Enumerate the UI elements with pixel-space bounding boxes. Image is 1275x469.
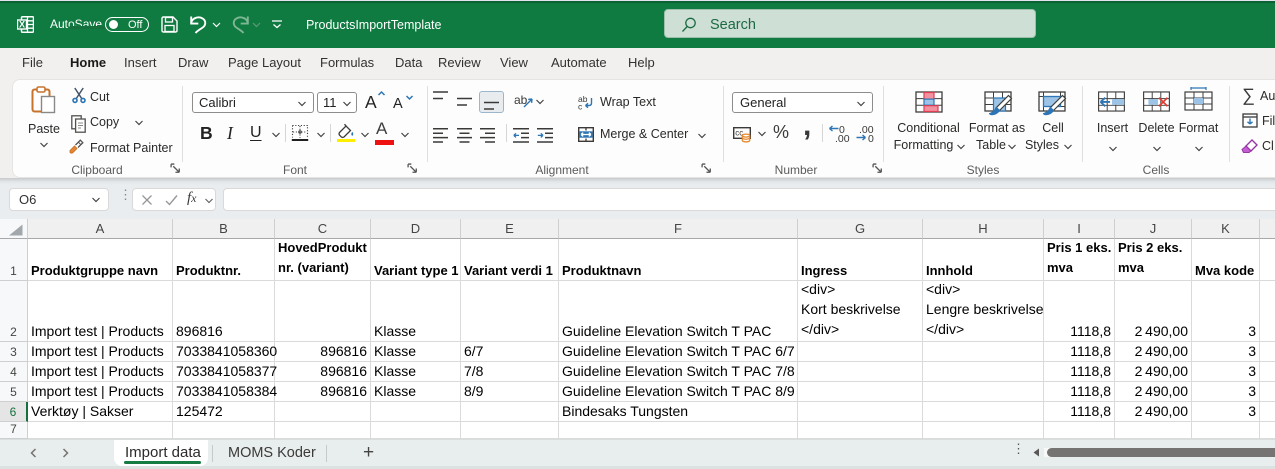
svg-text:0: 0 bbox=[868, 133, 874, 143]
svg-text:A: A bbox=[393, 96, 403, 111]
svg-text:A: A bbox=[365, 92, 377, 110]
svg-text:.00: .00 bbox=[835, 133, 850, 143]
